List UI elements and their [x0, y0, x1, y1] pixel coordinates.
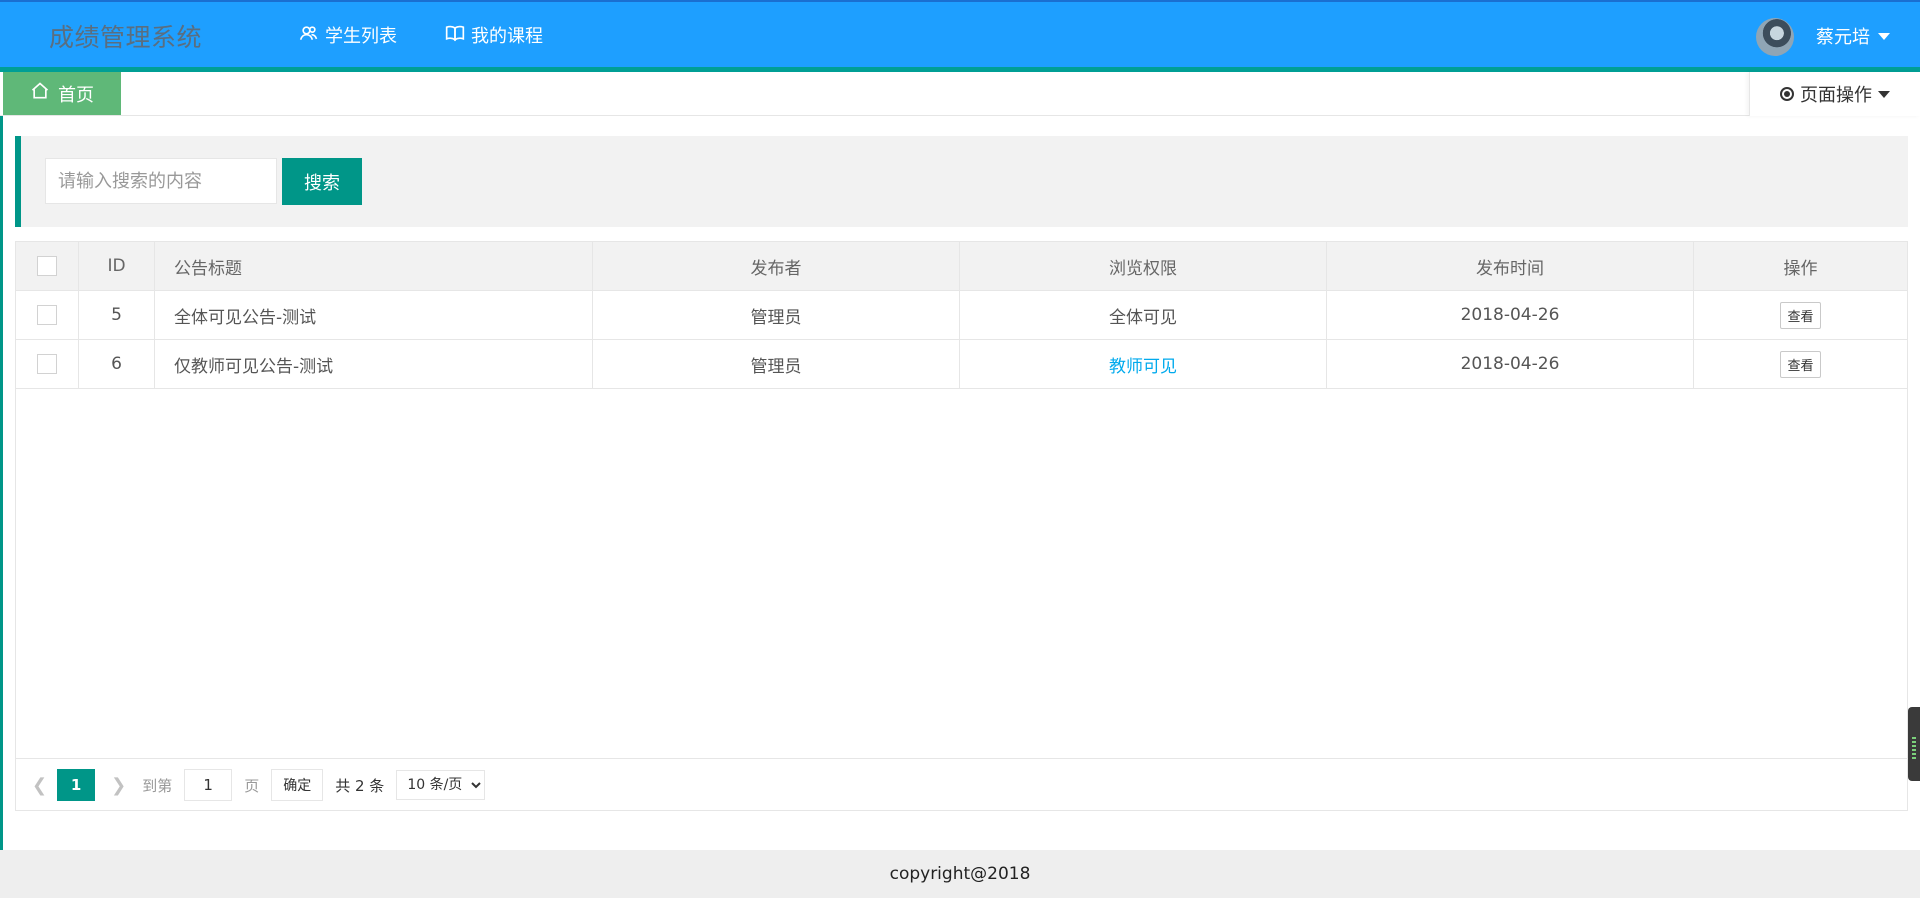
table-header-row: ID 公告标题 发布者 浏览权限 发布时间 操作: [16, 242, 1907, 291]
top-header: 成绩管理系统 学生列表 我的课程 蔡元培: [0, 0, 1920, 67]
page-unit-label: 页: [244, 776, 260, 795]
table-row: 6 仅教师可见公告-测试 管理员 教师可见 2018-04-26 查看: [16, 339, 1907, 389]
cell-action: 查看: [1693, 290, 1907, 340]
total-count: 共 2 条: [335, 776, 385, 795]
copyright-text: copyright@2018: [889, 864, 1031, 884]
side-scroll-handle[interactable]: [1908, 707, 1920, 781]
view-button[interactable]: 查看: [1780, 301, 1821, 329]
search-button[interactable]: 搜索: [282, 158, 362, 205]
avatar[interactable]: [1756, 18, 1794, 56]
goto-page-input[interactable]: [184, 769, 233, 801]
search-input[interactable]: [45, 158, 277, 204]
notice-table: ID 公告标题 发布者 浏览权限 发布时间 操作 5 全体可见公告-测试 管理员…: [15, 241, 1908, 811]
tab-home-label: 首页: [58, 84, 94, 106]
row-checkbox-cell: [16, 339, 79, 389]
cell-id: 5: [78, 290, 155, 340]
user-menu[interactable]: 蔡元培: [1816, 23, 1890, 49]
cell-publisher: 管理员: [592, 339, 960, 389]
column-header-id[interactable]: ID: [78, 242, 155, 291]
users-icon: [299, 23, 319, 48]
next-page-icon[interactable]: ❯: [111, 775, 126, 796]
footer: copyright@2018: [0, 850, 1920, 898]
page-operations-menu[interactable]: 页面操作: [1749, 72, 1920, 116]
column-header-title[interactable]: 公告标题: [154, 242, 593, 291]
book-icon: [445, 23, 465, 48]
search-panel: 搜索: [15, 136, 1908, 227]
row-checkbox[interactable]: [37, 354, 57, 374]
header-checkbox-cell: [16, 242, 79, 291]
page-operations-label: 页面操作: [1800, 85, 1872, 106]
row-checkbox[interactable]: [37, 305, 57, 325]
cell-time: 2018-04-26: [1326, 290, 1694, 340]
cell-title: 全体可见公告-测试: [154, 290, 593, 340]
target-dot-icon: [1780, 87, 1794, 101]
column-header-action: 操作: [1693, 242, 1907, 291]
column-header-permission[interactable]: 浏览权限: [959, 242, 1327, 291]
view-button[interactable]: 查看: [1780, 350, 1821, 378]
select-all-checkbox[interactable]: [37, 256, 57, 276]
data-table: ID 公告标题 发布者 浏览权限 发布时间 操作 5 全体可见公告-测试 管理员…: [16, 242, 1907, 389]
nav-student-list[interactable]: 学生列表: [299, 22, 397, 48]
cell-time: 2018-04-26: [1326, 339, 1694, 389]
goto-confirm-button[interactable]: 确定: [271, 769, 324, 801]
cell-action: 查看: [1693, 339, 1907, 389]
nav-student-list-label: 学生列表: [325, 26, 397, 47]
tab-bar: 首页 页面操作: [0, 72, 1920, 116]
column-header-publisher[interactable]: 发布者: [592, 242, 960, 291]
caret-down-icon: [1878, 32, 1890, 40]
current-page-button[interactable]: 1: [57, 769, 96, 801]
left-accent-bar: [0, 0, 3, 898]
row-checkbox-cell: [16, 290, 79, 340]
cell-permission-link[interactable]: 教师可见: [959, 339, 1327, 389]
pagination: ❮ 1 ❯ 到第 页 确定 共 2 条 10 条/页: [16, 758, 1907, 811]
cell-title: 仅教师可见公告-测试: [154, 339, 593, 389]
home-icon: [30, 81, 50, 106]
cell-permission: 全体可见: [959, 290, 1327, 340]
nav-my-courses[interactable]: 我的课程: [445, 22, 543, 48]
app-logo: 成绩管理系统: [49, 23, 203, 52]
table-row: 5 全体可见公告-测试 管理员 全体可见 2018-04-26 查看: [16, 290, 1907, 340]
cell-publisher: 管理员: [592, 290, 960, 340]
tab-home[interactable]: 首页: [3, 72, 121, 115]
cell-id: 6: [78, 339, 155, 389]
goto-label: 到第: [142, 776, 173, 795]
user-name: 蔡元培: [1816, 27, 1870, 48]
nav-my-courses-label: 我的课程: [471, 26, 543, 47]
column-header-time[interactable]: 发布时间: [1326, 242, 1694, 291]
prev-page-icon[interactable]: ❮: [32, 775, 47, 796]
page-size-select[interactable]: 10 条/页: [396, 770, 486, 800]
caret-down-icon: [1878, 90, 1890, 98]
